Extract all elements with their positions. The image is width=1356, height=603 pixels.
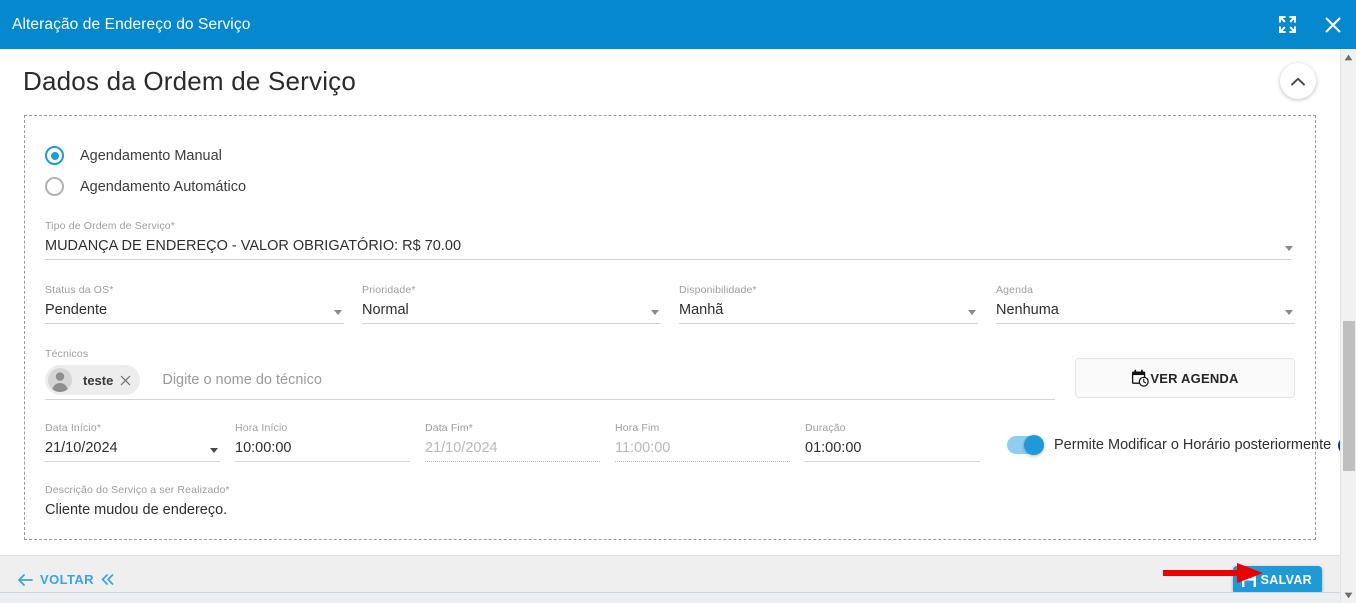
tecnicos-chips: teste Digite o nome do técnico bbox=[45, 364, 1055, 396]
field-label: Descrição do Serviço a ser Realizado* bbox=[45, 484, 230, 496]
field-agenda[interactable]: Agenda Nenhuma bbox=[996, 284, 1295, 324]
field-value: 10:00:00 bbox=[235, 440, 292, 456]
field-underline bbox=[45, 259, 1291, 260]
radio-option-agendamento-manual[interactable]: Agendamento Manual bbox=[45, 140, 1295, 171]
field-value: 11:00:00 bbox=[615, 440, 671, 456]
tecnicos-row: Técnicos teste Digite o nome do técnico … bbox=[45, 348, 1295, 400]
field-label: Data Início* bbox=[45, 422, 102, 434]
page-content: Dados da Ordem de Serviço Agendamento Ma… bbox=[0, 49, 1340, 603]
page-title: Dados da Ordem de Serviço bbox=[23, 65, 357, 96]
double-chevron-left-icon bbox=[101, 574, 114, 585]
triangle-down-icon[interactable] bbox=[1341, 587, 1356, 603]
field-underline bbox=[679, 323, 978, 324]
field-label: Hora Fim bbox=[615, 422, 660, 434]
field-underline bbox=[235, 461, 410, 462]
close-icon[interactable] bbox=[120, 375, 131, 386]
field-underline bbox=[45, 323, 344, 324]
field-underline bbox=[45, 461, 220, 462]
chevron-down-icon[interactable] bbox=[1285, 246, 1293, 251]
tecnicos-input-placeholder[interactable]: Digite o nome do técnico bbox=[162, 365, 322, 395]
tecnico-chip-label: teste bbox=[83, 372, 114, 388]
chevron-down-icon[interactable] bbox=[968, 310, 976, 315]
field-value: MUDANÇA DE ENDEREÇO - VALOR OBRIGATÓRIO:… bbox=[45, 238, 462, 254]
chevron-down-icon[interactable] bbox=[334, 310, 342, 315]
close-icon[interactable] bbox=[1310, 0, 1356, 49]
chevron-down-icon[interactable] bbox=[1285, 310, 1293, 315]
back-button-label: VOLTAR bbox=[40, 572, 94, 587]
window-controls bbox=[1264, 0, 1356, 49]
page-header: Dados da Ordem de Serviço bbox=[0, 49, 1340, 113]
chevron-down-icon[interactable] bbox=[210, 448, 218, 453]
save-button-label: SALVAR bbox=[1260, 572, 1312, 587]
triangle-up-icon[interactable] bbox=[1341, 49, 1356, 65]
chevron-down-icon[interactable] bbox=[651, 310, 659, 315]
service-order-card: Agendamento Manual Agendamento Automátic… bbox=[24, 115, 1340, 540]
field-label: Prioridade* bbox=[362, 284, 416, 296]
field-label: Duração bbox=[805, 422, 846, 434]
ver-agenda-button[interactable]: VER AGENDA bbox=[1075, 358, 1295, 398]
field-underline bbox=[615, 461, 790, 462]
field-hora-inicio[interactable]: Hora Início 10:00:00 bbox=[235, 422, 410, 462]
radio-manual[interactable] bbox=[45, 146, 64, 165]
permite-modificar-horario-group: Permite Modificar o Horário posteriormen… bbox=[1007, 435, 1340, 455]
field-tipo-ordem-servico[interactable]: Tipo de Ordem de Serviço* MUDANÇA DE END… bbox=[45, 220, 1295, 260]
field-underline bbox=[45, 399, 1055, 400]
field-hora-fim: Hora Fim 11:00:00 bbox=[615, 422, 790, 462]
scrollbar-thumb[interactable] bbox=[1343, 321, 1355, 471]
vertical-scrollbar[interactable] bbox=[1340, 49, 1356, 603]
field-label: Disponibilidade* bbox=[679, 284, 757, 296]
ver-agenda-label: VER AGENDA bbox=[1150, 370, 1239, 386]
expand-arrows-icon[interactable] bbox=[1264, 0, 1310, 49]
radio-automatico-label: Agendamento Automático bbox=[80, 178, 247, 195]
radio-manual-label: Agendamento Manual bbox=[80, 147, 222, 164]
field-value: Pendente bbox=[45, 302, 108, 318]
app-root: Alteração de Endereço do Serviço Dados d… bbox=[0, 0, 1356, 603]
field-underline bbox=[362, 323, 661, 324]
save-button[interactable]: SALVAR bbox=[1232, 565, 1322, 594]
field-underline bbox=[425, 461, 600, 462]
footer-actions: SALVAR bbox=[1232, 565, 1340, 594]
field-label: Tipo de Ordem de Serviço* bbox=[45, 220, 176, 232]
datetime-row: Data Início* 21/10/2024 Hora Início 10:0… bbox=[45, 422, 1340, 462]
permite-modificar-toggle[interactable] bbox=[1007, 435, 1044, 455]
arrow-left-icon bbox=[18, 573, 33, 586]
field-value: Manhã bbox=[679, 302, 724, 318]
field-data-inicio[interactable]: Data Início* 21/10/2024 bbox=[45, 422, 220, 462]
field-label: Hora Início bbox=[235, 422, 288, 434]
field-status-os[interactable]: Status da OS* Pendente bbox=[45, 284, 344, 324]
field-value: 21/10/2024 bbox=[425, 440, 498, 456]
window-titlebar: Alteração de Endereço do Serviço bbox=[0, 0, 1356, 49]
field-data-fim: Data Fim* 21/10/2024 bbox=[425, 422, 600, 462]
field-value: Normal bbox=[362, 302, 409, 318]
save-floppy-icon bbox=[1241, 572, 1257, 588]
field-disponibilidade[interactable]: Disponibilidade* Manhã bbox=[679, 284, 978, 324]
back-button[interactable]: VOLTAR bbox=[18, 572, 114, 587]
field-duracao[interactable]: Duração 01:00:00 bbox=[805, 422, 980, 462]
bottom-status-strip bbox=[0, 592, 1340, 603]
radio-option-agendamento-automatico[interactable]: Agendamento Automático bbox=[45, 171, 1295, 202]
window-title: Alteração de Endereço do Serviço bbox=[12, 15, 251, 33]
radio-automatico[interactable] bbox=[45, 177, 64, 196]
field-prioridade[interactable]: Prioridade* Normal bbox=[362, 284, 661, 324]
field-value: Nenhuma bbox=[996, 302, 1059, 318]
field-tecnicos[interactable]: Técnicos teste Digite o nome do técnico bbox=[45, 348, 1055, 400]
field-value: 01:00:00 bbox=[805, 440, 862, 456]
field-label: Data Fim* bbox=[425, 422, 474, 434]
field-value: Cliente mudou de endereço. bbox=[45, 502, 228, 518]
selects-row: Status da OS* Pendente Prioridade* Norma… bbox=[45, 284, 1295, 324]
chevron-up-icon[interactable] bbox=[1280, 63, 1316, 99]
user-avatar-icon bbox=[48, 368, 72, 392]
field-label: Agenda bbox=[996, 284, 1034, 296]
field-value: 21/10/2024 bbox=[45, 440, 118, 456]
field-underline bbox=[996, 323, 1295, 324]
field-label: Status da OS* bbox=[45, 284, 114, 296]
tecnico-chip[interactable]: teste bbox=[45, 365, 141, 395]
field-label: Técnicos bbox=[45, 348, 89, 360]
calendar-clock-icon bbox=[1131, 369, 1150, 388]
field-underline bbox=[805, 461, 980, 462]
field-descricao-servico[interactable]: Descrição do Serviço a ser Realizado* Cl… bbox=[45, 484, 1295, 523]
permite-modificar-label: Permite Modificar o Horário posteriormen… bbox=[1054, 437, 1332, 453]
